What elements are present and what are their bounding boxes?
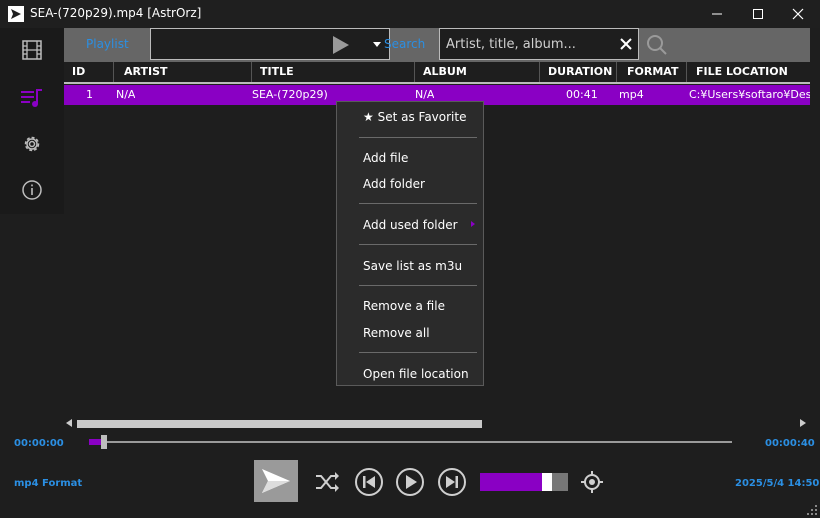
seek-bar[interactable] (89, 441, 732, 443)
column-header-album[interactable]: ALBUM (415, 62, 540, 82)
search-icon[interactable] (646, 34, 668, 56)
skip-previous-icon (355, 468, 383, 496)
shuffle-icon (316, 472, 339, 492)
menu-item-save-m3u[interactable]: Save list as m3u (363, 259, 462, 273)
skip-next-icon (438, 468, 466, 496)
sidebar-item-settings[interactable] (0, 122, 64, 166)
menu-separator (359, 285, 477, 286)
cell-format: mp4 (619, 88, 644, 101)
menu-item-add-folder[interactable]: Add folder (363, 177, 425, 191)
sidebar-item-playlist[interactable] (0, 76, 64, 120)
menu-separator (359, 352, 477, 353)
sidebar-item-about[interactable] (0, 168, 64, 212)
next-button[interactable] (436, 466, 468, 498)
toolbar: Playlist Search (64, 28, 810, 62)
title-bar: SEA-(720p29).mp4 [AstrOrz] (0, 0, 820, 28)
cell-location: C:¥Users¥softaro¥Desktop (689, 88, 810, 101)
close-icon (792, 8, 804, 20)
scroll-left-icon[interactable] (66, 419, 72, 427)
play-icon (396, 468, 424, 496)
menu-item-open-location[interactable]: Open file location (363, 367, 469, 381)
locate-button[interactable] (576, 466, 608, 498)
info-icon (22, 180, 42, 200)
gear-icon (24, 136, 40, 152)
table-header: ID ARTIST TITLE ALBUM DURATION FORMAT FI… (64, 62, 810, 84)
close-button[interactable] (778, 0, 818, 28)
scroll-right-icon[interactable] (800, 419, 806, 427)
playlist-select[interactable] (150, 28, 390, 60)
playlist-icon (21, 89, 42, 107)
submenu-arrow-icon (471, 221, 475, 227)
column-header-location[interactable]: FILE LOCATION (688, 62, 810, 82)
column-header-duration[interactable]: DURATION (540, 62, 617, 82)
minimize-icon (712, 13, 722, 15)
cell-title: SEA-(720p29) (252, 88, 328, 101)
menu-item-add-file[interactable]: Add file (363, 151, 408, 165)
sidebar-item-video[interactable] (0, 28, 64, 72)
clear-search-icon[interactable] (618, 36, 634, 52)
cell-duration: 00:41 (566, 88, 598, 101)
menu-item-remove-all[interactable]: Remove all (363, 326, 430, 340)
app-logo-icon (262, 469, 290, 493)
play-playlist-icon[interactable] (332, 35, 350, 55)
chevron-down-icon (373, 42, 381, 47)
window-title: SEA-(720p29).mp4 [AstrOrz] (30, 6, 202, 20)
sidebar (0, 28, 64, 214)
column-header-title[interactable]: TITLE (252, 62, 415, 82)
column-header-id[interactable]: ID (64, 62, 114, 82)
cell-id: 1 (86, 88, 93, 101)
search-label[interactable]: Search (384, 37, 425, 51)
scrollbar-thumb[interactable] (77, 420, 482, 428)
volume-thumb[interactable] (542, 473, 553, 491)
shuffle-button[interactable] (311, 466, 343, 498)
previous-button[interactable] (353, 466, 385, 498)
column-header-artist[interactable]: ARTIST (116, 62, 252, 82)
menu-item-set-favorite[interactable]: ★ Set as Favorite (363, 110, 466, 124)
maximize-icon (753, 9, 763, 19)
menu-item-add-used-folder[interactable]: Add used folder (363, 218, 458, 232)
menu-separator (359, 244, 477, 245)
column-header-format[interactable]: FORMAT (619, 62, 687, 82)
format-label: mp4 Format (14, 478, 83, 489)
context-menu: ★ Set as Favorite Add file Add folder Ad… (336, 101, 484, 386)
search-input[interactable] (446, 34, 614, 54)
resize-grip-icon[interactable] (807, 505, 817, 515)
seek-thumb[interactable] (100, 435, 107, 449)
total-time: 00:00:40 (765, 438, 815, 449)
app-logo-icon (8, 6, 24, 22)
horizontal-scrollbar[interactable] (64, 416, 810, 430)
playlist-label[interactable]: Playlist (86, 37, 129, 51)
crosshair-icon (581, 471, 603, 493)
datetime-display: 2025/5/4 14:50 (735, 478, 820, 489)
search-box[interactable] (439, 28, 639, 60)
menu-separator (359, 203, 477, 204)
cell-artist: N/A (116, 88, 136, 101)
menu-separator (359, 137, 477, 138)
current-time: 00:00:00 (14, 438, 64, 449)
volume-level (480, 473, 543, 491)
film-icon (22, 40, 42, 60)
open-media-button[interactable] (254, 460, 298, 502)
play-button[interactable] (394, 466, 426, 498)
maximize-button[interactable] (738, 0, 778, 28)
minimize-button[interactable] (697, 0, 737, 28)
menu-item-remove-file[interactable]: Remove a file (363, 299, 445, 313)
